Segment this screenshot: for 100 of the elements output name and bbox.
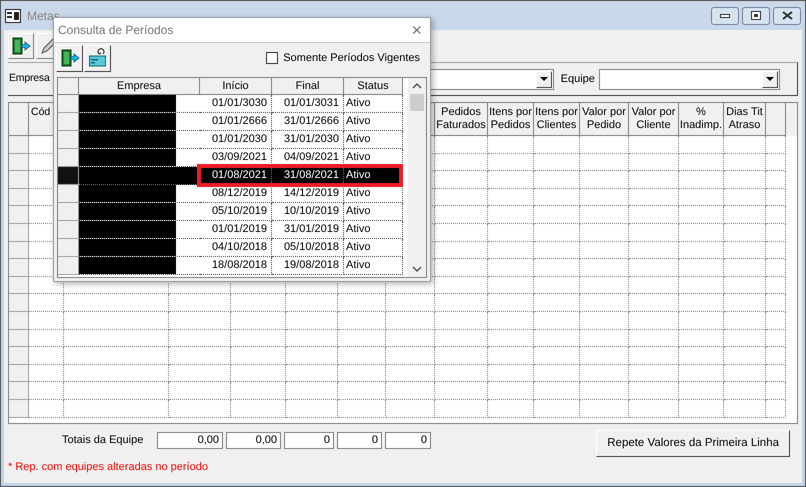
empty-cell xyxy=(169,294,231,312)
column-header[interactable]: Pedidos Faturados xyxy=(435,103,488,136)
row-header[interactable] xyxy=(9,242,29,260)
table-row[interactable]: 01/01/2666 31/01/2666 Ativo xyxy=(58,113,403,131)
empty-cell xyxy=(231,382,286,400)
row-header[interactable] xyxy=(9,171,29,189)
row-header[interactable] xyxy=(9,347,29,365)
column-header[interactable]: Dias Tit Atraso xyxy=(724,103,766,136)
column-header[interactable]: Valor por Cliente xyxy=(629,103,679,136)
empty-cell xyxy=(488,312,534,330)
table-row[interactable]: 05/10/2019 10/10/2019 Ativo xyxy=(58,203,403,221)
row-header[interactable] xyxy=(58,239,79,257)
total-field[interactable]: 0 xyxy=(385,432,431,449)
dropdown-button[interactable] xyxy=(762,70,778,88)
row-header[interactable] xyxy=(9,259,29,277)
row-header[interactable] xyxy=(9,330,29,348)
row-header[interactable] xyxy=(58,131,79,149)
row-header[interactable] xyxy=(9,312,29,330)
table-row[interactable]: 18/08/2018 19/08/2018 Ativo xyxy=(58,257,403,275)
row-header[interactable] xyxy=(58,185,79,203)
empty-cell xyxy=(286,347,338,365)
row-header[interactable] xyxy=(58,257,79,275)
column-header[interactable]: Itens por Pedidos xyxy=(488,103,534,136)
row-header[interactable] xyxy=(58,95,79,113)
empty-cell xyxy=(679,276,724,294)
table-row[interactable]: 03/09/2021 04/09/2021 Ativo xyxy=(58,149,403,167)
column-header[interactable]: Itens por Clientes xyxy=(534,103,580,136)
empty-cell xyxy=(679,136,724,154)
row-header[interactable] xyxy=(9,224,29,242)
empty-cell xyxy=(724,330,766,348)
total-field[interactable]: 0,00 xyxy=(157,432,223,449)
equipe-label: Equipe xyxy=(560,72,595,87)
undo-button[interactable] xyxy=(84,44,111,72)
row-header[interactable] xyxy=(9,400,29,418)
empty-cell xyxy=(386,382,435,400)
empty-cell xyxy=(679,312,724,330)
dropdown-button[interactable] xyxy=(536,70,552,88)
repeat-values-button[interactable]: Repete Valores da Primeira Linha xyxy=(596,430,790,457)
empty-cell xyxy=(534,400,580,418)
row-header[interactable] xyxy=(58,113,79,131)
table-row[interactable]: 01/01/2030 31/01/2030 Ativo xyxy=(58,131,403,149)
total-field[interactable]: 0 xyxy=(337,432,382,449)
empty-cell xyxy=(488,294,534,312)
dialog-title: Consulta de Períodos xyxy=(58,22,174,39)
row-header[interactable] xyxy=(9,294,29,312)
empty-cell xyxy=(580,206,629,224)
row-header[interactable] xyxy=(9,136,29,154)
empty-cell xyxy=(435,242,488,260)
total-field[interactable]: 0 xyxy=(284,432,334,449)
empty-cell xyxy=(629,136,679,154)
caret-icon xyxy=(766,77,774,81)
empty-cell xyxy=(338,330,386,348)
table-row[interactable]: 08/12/2019 14/12/2019 Ativo xyxy=(58,185,403,203)
row-header[interactable] xyxy=(9,364,29,382)
empty-cell xyxy=(679,206,724,224)
empty-cell xyxy=(724,242,766,260)
empty-cell xyxy=(580,382,629,400)
equipe-combo[interactable] xyxy=(598,68,780,90)
scroll-thumb[interactable] xyxy=(410,94,424,111)
empty-cell xyxy=(766,206,786,224)
empty-cell xyxy=(766,154,786,172)
empty-cell xyxy=(724,171,766,189)
empty-cell xyxy=(169,364,231,382)
empty-cell xyxy=(629,330,679,348)
maximize-button[interactable] xyxy=(742,6,770,24)
column-header[interactable]: Valor por Pedido xyxy=(580,103,629,136)
exit-button[interactable] xyxy=(8,33,34,59)
row-header[interactable] xyxy=(58,203,79,221)
empty-cell xyxy=(724,259,766,277)
row-header[interactable] xyxy=(58,221,79,239)
exit-button[interactable] xyxy=(56,44,83,72)
empty-cell xyxy=(386,400,435,418)
close-button[interactable] xyxy=(773,6,801,24)
empty-cell xyxy=(629,347,679,365)
row-header[interactable] xyxy=(9,206,29,224)
row-header[interactable] xyxy=(9,188,29,206)
empty-cell xyxy=(679,224,724,242)
total-field[interactable]: 0,00 xyxy=(226,432,281,449)
empty-cell xyxy=(338,400,386,418)
row-header[interactable] xyxy=(9,276,29,294)
table-row[interactable]: 01/01/3030 01/01/3031 Ativo xyxy=(58,95,403,113)
table-row[interactable]: 04/10/2018 05/10/2018 Ativo xyxy=(58,239,403,257)
row-header[interactable] xyxy=(9,382,29,400)
empty-cell xyxy=(435,136,488,154)
empty-cell xyxy=(580,154,629,172)
row-header[interactable] xyxy=(9,154,29,172)
table-cell: Ativo xyxy=(344,149,403,167)
empty-cell xyxy=(488,171,534,189)
empty-cell xyxy=(169,347,231,365)
table-row[interactable]: 01/01/2019 31/01/2019 Ativo xyxy=(58,221,403,239)
close-button[interactable]: × xyxy=(411,21,422,39)
empty-cell xyxy=(580,136,629,154)
checkbox[interactable] xyxy=(266,52,278,64)
empty-cell xyxy=(488,224,534,242)
minimize-button[interactable] xyxy=(711,6,739,24)
table-cell: 04/09/2021 xyxy=(272,149,344,167)
column-header[interactable]: % Inadimp. xyxy=(679,103,724,136)
empty-cell xyxy=(435,276,488,294)
empty-cell xyxy=(534,224,580,242)
row-header[interactable] xyxy=(58,149,79,167)
